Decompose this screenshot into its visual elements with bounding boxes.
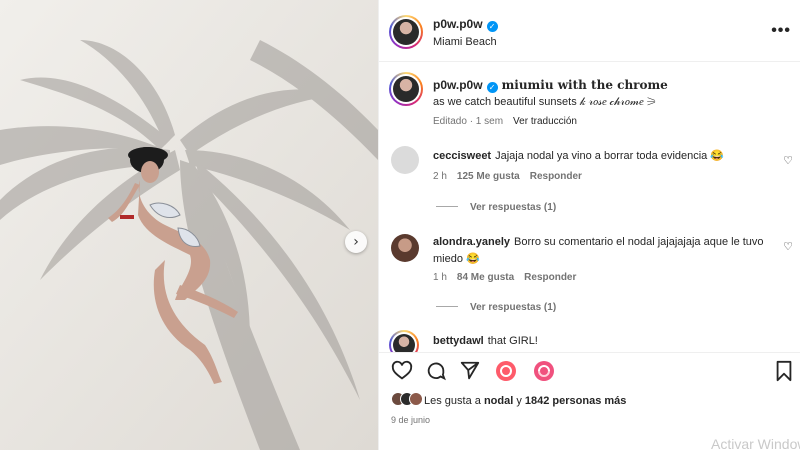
comment-username[interactable]: ceccisweet bbox=[433, 150, 491, 162]
send-icon[interactable] bbox=[457, 358, 483, 384]
comment-username[interactable]: alondra.yanely bbox=[433, 236, 510, 248]
comment-text-block: bettydawl that GIRL! bbox=[433, 333, 773, 350]
caption-meta: Editado · 1 sem Ver traducción bbox=[433, 116, 577, 127]
more-options-icon[interactable]: ••• bbox=[771, 22, 791, 40]
commenter-avatar[interactable] bbox=[391, 234, 419, 262]
comment-meta: 1 h 84 Me gusta Responder bbox=[433, 272, 576, 283]
caption-avatar[interactable] bbox=[389, 72, 423, 106]
caption-username[interactable]: p0w.p0w bbox=[433, 78, 483, 92]
comment-text: Jajaja nodal ya vino a borrar toda evide… bbox=[495, 150, 725, 162]
caption-edited: Editado · 1 sem bbox=[433, 116, 504, 127]
commenter-avatar[interactable] bbox=[391, 146, 419, 174]
author-username[interactable]: p0w.p0w bbox=[433, 17, 483, 31]
comment-likes[interactable]: 125 Me gusta bbox=[457, 171, 520, 182]
verified-icon: ✓ bbox=[486, 21, 498, 32]
post-photo: › bbox=[0, 0, 378, 450]
view-replies-label: Ver respuestas (1) bbox=[470, 302, 557, 313]
likes-prefix: Les gusta a bbox=[424, 395, 481, 407]
post-location[interactable]: Miami Beach bbox=[433, 36, 497, 48]
post-header: p0w.p0w ✓ Miami Beach ••• bbox=[379, 0, 800, 62]
reply-button[interactable]: Responder bbox=[524, 272, 576, 283]
threads-remix-icon[interactable] bbox=[531, 358, 557, 384]
view-replies-button[interactable]: Ver respuestas (1) bbox=[436, 302, 556, 313]
post-side-panel: p0w.p0w ✓ Miami Beach ••• p0w.p0w ✓ miumiu … bbox=[378, 0, 800, 450]
view-replies-button[interactable]: Ver respuestas (1) bbox=[436, 202, 556, 213]
comment-icon[interactable] bbox=[423, 358, 449, 384]
likes-count[interactable]: 1842 personas más bbox=[525, 395, 627, 407]
post-actions-bar bbox=[379, 352, 800, 388]
translate-link[interactable]: Ver traducción bbox=[513, 116, 577, 127]
comment-time: 2 h bbox=[433, 171, 447, 182]
comment-meta: 2 h 125 Me gusta Responder bbox=[433, 171, 582, 182]
bookmark-icon[interactable] bbox=[771, 358, 797, 384]
replies-divider bbox=[436, 206, 458, 207]
comment-text-block: alondra.yanely Borro su comentario el nod… bbox=[433, 234, 773, 268]
author-username-row: p0w.p0w ✓ bbox=[433, 17, 498, 32]
beach-photo-illustration bbox=[0, 0, 378, 450]
likes-connector: y bbox=[516, 395, 522, 407]
caption-title: miumiu with the chrome bbox=[501, 78, 668, 92]
replies-divider bbox=[436, 306, 458, 307]
comment-text-block: ceccisweet Jajaja nodal ya vino a borrar … bbox=[433, 148, 773, 165]
next-photo-button[interactable]: › bbox=[345, 231, 367, 253]
comment-text: that GIRL! bbox=[487, 335, 538, 347]
reels-remix-icon[interactable] bbox=[493, 358, 519, 384]
caption-header: p0w.p0w ✓ miumiu with the chrome bbox=[433, 78, 668, 93]
likes-text[interactable]: Les gusta a nodal y 1842 personas más bbox=[424, 395, 626, 407]
heart-icon[interactable] bbox=[389, 358, 415, 384]
post-date: 9 de junio bbox=[391, 415, 431, 425]
liker-avatar bbox=[409, 392, 423, 406]
reply-button[interactable]: Responder bbox=[530, 171, 582, 182]
comment-like-icon[interactable]: ♡ bbox=[783, 240, 793, 253]
caption-text: as we catch beautiful sunsets 𝓀 𝓇𝑜𝓈𝑒 𝒸𝒽𝓇… bbox=[433, 96, 656, 108]
author-avatar[interactable] bbox=[389, 15, 423, 49]
comment-time: 1 h bbox=[433, 272, 447, 283]
comment-likes[interactable]: 84 Me gusta bbox=[457, 272, 514, 283]
view-replies-label: Ver respuestas (1) bbox=[470, 202, 557, 213]
chevron-right-icon: › bbox=[353, 234, 359, 250]
verified-icon: ✓ bbox=[486, 82, 498, 93]
comment-like-icon[interactable]: ♡ bbox=[783, 154, 793, 167]
windows-activation-watermark: Activar Windows bbox=[711, 436, 800, 450]
likes-user[interactable]: nodal bbox=[484, 395, 513, 407]
comment-username[interactable]: bettydawl bbox=[433, 335, 484, 347]
